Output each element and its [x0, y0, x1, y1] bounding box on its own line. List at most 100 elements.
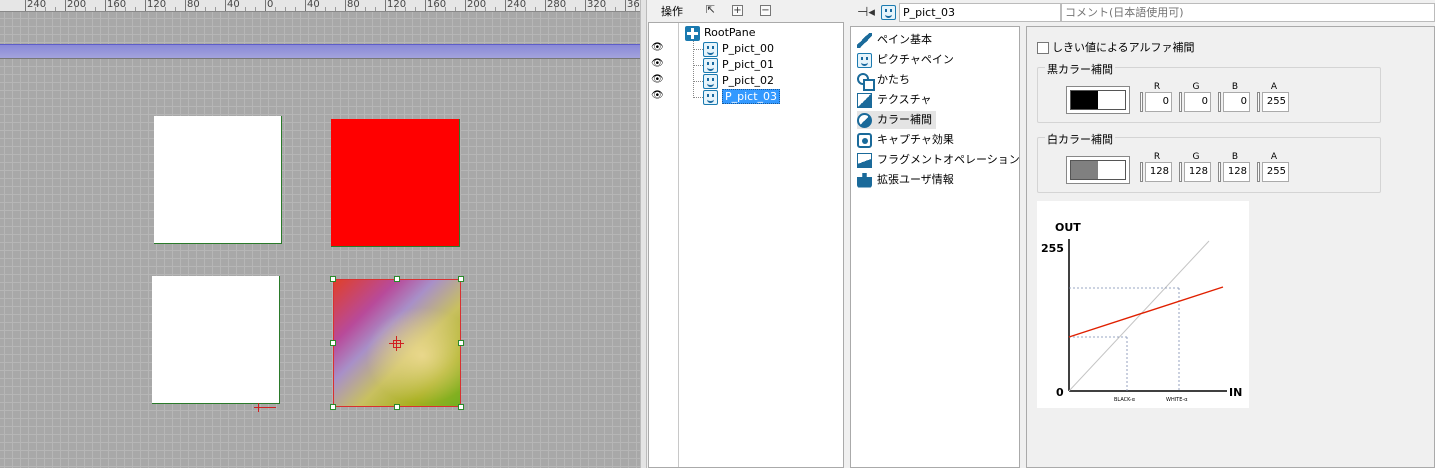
operation-menu[interactable]: 操作	[661, 3, 683, 19]
graph-max-label: 255	[1041, 242, 1064, 255]
eye-icon[interactable]: 👁	[651, 75, 665, 85]
black-a-value[interactable]: 255	[1262, 92, 1289, 112]
pivot-handle[interactable]	[393, 340, 401, 348]
tree-node-p-pict-02[interactable]: P_pict_02	[703, 73, 774, 89]
category-extended-user-data[interactable]: 拡張ユーザ情報	[857, 171, 954, 189]
expand-all-button[interactable]: +	[732, 5, 743, 16]
resize-handle-r[interactable]	[458, 340, 464, 346]
collapse-all-button[interactable]: −	[760, 5, 771, 16]
ruler-minor-tick	[295, 7, 296, 11]
ruler-minor-tick	[525, 7, 526, 11]
ruler-minor-tick	[595, 7, 596, 11]
category-fragment-operation[interactable]: フラグメントオペレーション	[857, 151, 1020, 169]
black-color-swatch[interactable]	[1066, 86, 1130, 114]
black-a-field[interactable]: 255	[1257, 92, 1291, 112]
category-color-interpolation[interactable]: カラー補間	[857, 111, 936, 129]
ruler-minor-tick	[275, 7, 276, 11]
pane-name-field[interactable]	[899, 3, 1061, 22]
black-b-value[interactable]: 0	[1223, 92, 1250, 112]
alpha-threshold-checkbox[interactable]: しきい値によるアルファ補間	[1037, 39, 1195, 55]
properties-header: ⊣◂	[848, 0, 1435, 25]
pane-p-pict-01[interactable]	[331, 119, 460, 247]
tree-node-p-pict-00[interactable]: P_pict_00	[703, 41, 774, 57]
resize-handle-l[interactable]	[330, 340, 336, 346]
white-color-swatch[interactable]	[1066, 156, 1130, 184]
eye-icon[interactable]: 👁	[651, 59, 665, 69]
layout-canvas[interactable]: 240 200 160 120 80 40 0 40 80 120 160 200 240 280 320 3…	[0, 0, 640, 468]
channel-label-a: A	[1270, 152, 1278, 162]
puzzle-icon	[857, 172, 872, 188]
ruler-minor-tick	[455, 7, 456, 11]
resize-handle-br[interactable]	[458, 404, 464, 410]
ruler-minor-tick	[155, 7, 156, 11]
eye-icon[interactable]: 👁	[651, 43, 665, 53]
white-color-group: 白カラー補間 R G B A 128 128 128 255	[1037, 131, 1381, 193]
resize-handle-t[interactable]	[394, 276, 400, 282]
category-picture-pane[interactable]: ピクチャペイン	[857, 51, 954, 69]
black-b-field[interactable]: 0	[1218, 92, 1252, 112]
pane-p-pict-02[interactable]	[152, 276, 280, 404]
interpolation-line	[1068, 286, 1224, 338]
white-r-value[interactable]: 128	[1145, 162, 1172, 182]
resize-handle-b[interactable]	[394, 404, 400, 410]
ruler-tick-label: 240	[27, 0, 47, 10]
white-alpha-tick: WHITE-α	[1166, 397, 1188, 403]
hierarchy-toolbar: 操作 ⇱ + −	[648, 0, 844, 22]
white-b-field[interactable]: 128	[1218, 162, 1252, 182]
ruler-minor-tick	[45, 7, 46, 11]
tree-connector	[693, 49, 703, 50]
ruler-minor-tick	[125, 7, 126, 11]
ruler-minor-tick	[605, 7, 606, 11]
eye-icon[interactable]: 👁	[651, 91, 665, 101]
tree-node-p-pict-03[interactable]: P_pict_03	[703, 89, 781, 105]
ruler-major-tick	[145, 0, 146, 11]
horizontal-ruler: 240 200 160 120 80 40 0 40 80 120 160 200 240 280 320 3…	[0, 0, 640, 12]
category-label: ペイン基本	[877, 33, 932, 46]
category-texture[interactable]: テクスチャ	[857, 91, 932, 109]
channel-label-r: R	[1153, 152, 1161, 162]
fragment-icon	[857, 152, 872, 168]
checkbox-box[interactable]	[1037, 42, 1049, 54]
black-g-value[interactable]: 0	[1184, 92, 1211, 112]
resize-handle-tr[interactable]	[458, 276, 464, 282]
comment-field[interactable]	[1061, 3, 1435, 22]
tree-node-p-pict-01[interactable]: P_pict_01	[703, 57, 774, 73]
select-tool-icon[interactable]: ⇱	[703, 3, 718, 18]
category-shape[interactable]: かたち	[857, 71, 910, 91]
ruler-minor-tick	[535, 7, 536, 11]
ruler-tick-label: 40	[227, 0, 240, 10]
channel-label-a: A	[1270, 82, 1278, 92]
graph-svg: OUT 255 0 IN BLACK-α WHITE-α	[1041, 221, 1242, 403]
picture-pane-icon	[881, 5, 896, 20]
tree-node-rootpane[interactable]: RootPane	[685, 25, 756, 41]
white-color-title: 白カラー補間	[1045, 131, 1115, 147]
white-a-field[interactable]: 255	[1257, 162, 1291, 182]
picture-pane-icon	[703, 89, 718, 105]
white-a-value[interactable]: 255	[1262, 162, 1289, 182]
ruler-major-tick	[65, 0, 66, 11]
ruler-minor-tick	[635, 7, 636, 11]
white-g-value[interactable]: 128	[1184, 162, 1211, 182]
pane-hierarchy-tree[interactable]: 👁 👁 👁 👁 RootPane P_pict_00 P_pict_01 P_p…	[648, 22, 844, 468]
alpha-threshold-label: しきい値によるアルファ補間	[1052, 41, 1195, 54]
ruler-major-tick	[465, 0, 466, 11]
category-pane-basic[interactable]: ペイン基本	[857, 31, 932, 49]
black-r-value[interactable]: 0	[1145, 92, 1172, 112]
property-category-list[interactable]: ペイン基本 ピクチャペイン かたち テクスチャ カラー補間 キャプチャ効果 フラ…	[850, 26, 1020, 468]
panel-splitter[interactable]	[640, 0, 647, 468]
pin-icon[interactable]: ⊣◂	[857, 5, 875, 20]
black-r-field[interactable]: 0	[1140, 92, 1174, 112]
white-r-field[interactable]: 128	[1140, 162, 1174, 182]
category-label: カラー補間	[877, 113, 932, 126]
category-capture-effect[interactable]: キャプチャ効果	[857, 131, 954, 149]
white-g-field[interactable]: 128	[1179, 162, 1213, 182]
ruler-major-tick	[625, 0, 626, 11]
ruler-minor-tick	[435, 7, 436, 11]
ruler-tick-label: 320	[587, 0, 607, 10]
resize-handle-tl[interactable]	[330, 276, 336, 282]
category-label: かたち	[877, 73, 910, 86]
resize-handle-bl[interactable]	[330, 404, 336, 410]
white-b-value[interactable]: 128	[1223, 162, 1250, 182]
black-g-field[interactable]: 0	[1179, 92, 1213, 112]
pane-p-pict-00[interactable]	[154, 116, 282, 244]
